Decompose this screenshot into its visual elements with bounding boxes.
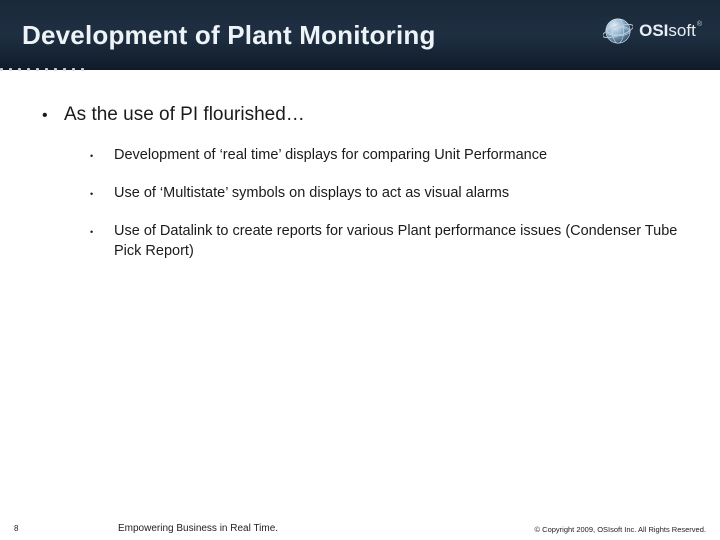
osisoft-logo: OSIsoft® [603, 16, 702, 46]
page-number: 8 [0, 524, 60, 533]
slide-title: Development of Plant Monitoring [0, 20, 436, 51]
bullet-dot-icon: • [90, 222, 98, 242]
bullet-level2-text: Development of ‘real time’ displays for … [114, 146, 547, 166]
slide-body: • As the use of PI flourished… • Develop… [0, 70, 720, 261]
logo-text: OSIsoft® [639, 21, 702, 41]
bullet-level2: • Use of Datalink to create reports for … [90, 222, 678, 261]
footer-tagline: Empowering Business in Real Time. [118, 523, 278, 534]
logo-brand-rest: soft [668, 21, 695, 40]
bullet-level2: • Use of ‘Multistate’ symbols on display… [90, 184, 678, 204]
bullet-dot-icon: • [90, 146, 98, 166]
bullet-dot-icon: • [42, 104, 52, 128]
logo-brand-bold: OSI [639, 21, 668, 40]
bullet-level1: • As the use of PI flourished… [42, 104, 678, 128]
bullet-level2-text: Use of ‘Multistate’ symbols on displays … [114, 184, 509, 204]
globe-icon [603, 16, 633, 46]
slide-header: Development of Plant Monitoring [0, 0, 720, 70]
slide-footer: 8 Empowering Business in Real Time. © Co… [0, 516, 720, 540]
bullet-level2: • Development of ‘real time’ displays fo… [90, 146, 678, 166]
bullet-level1-text: As the use of PI flourished… [64, 104, 305, 126]
registered-mark: ® [697, 21, 702, 28]
footer-copyright: © Copyright 2009, OSIsoft Inc. All Right… [535, 525, 706, 534]
bullet-level2-text: Use of Datalink to create reports for va… [114, 222, 678, 261]
bullet-dot-icon: • [90, 184, 98, 204]
decorative-dots [0, 58, 90, 76]
